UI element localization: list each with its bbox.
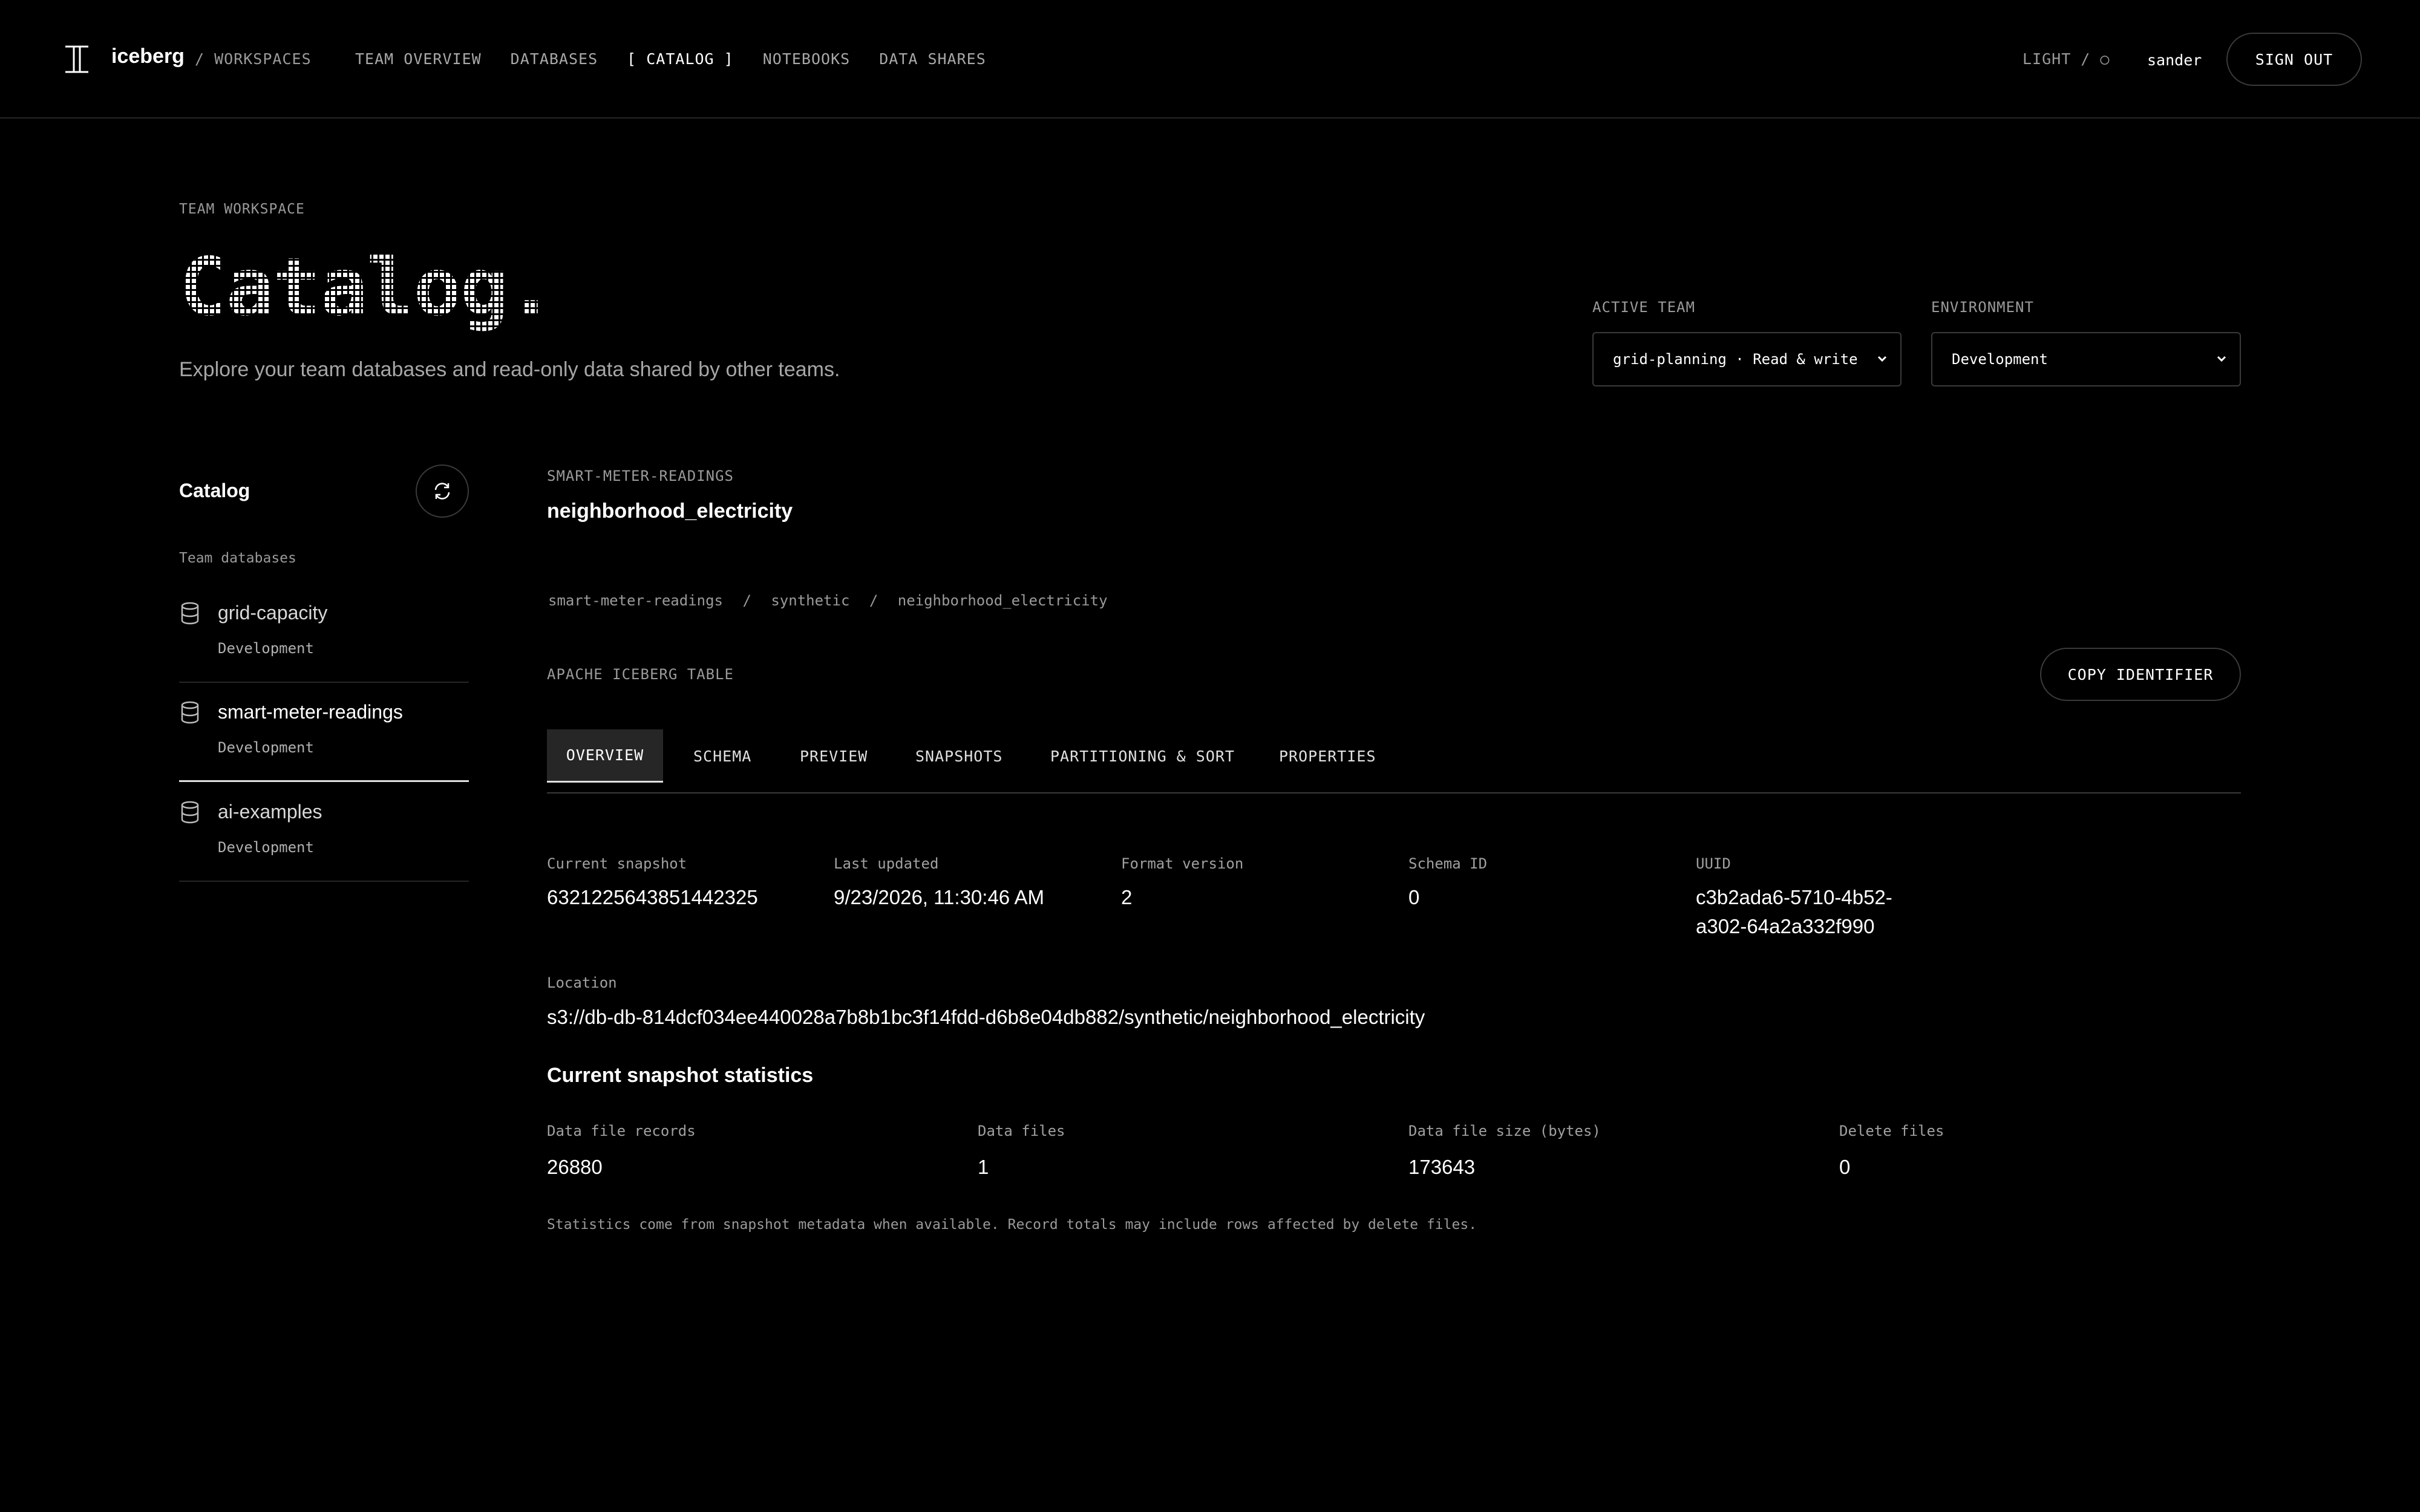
statistics-note: Statistics come from snapshot metadata w…	[547, 1217, 1477, 1233]
tab-overview[interactable]: OVERVIEW	[547, 729, 663, 783]
tab-partitioning-sort[interactable]: PARTITIONING & SORT	[1050, 729, 1235, 783]
data-file-size-value: 173643	[1408, 1156, 1476, 1178]
snapshot-stats-heading: Current snapshot statistics	[547, 1064, 814, 1087]
active-team-value: grid-planning · Read & write	[1613, 351, 1858, 368]
environment-select[interactable]: Development	[1931, 332, 2241, 386]
data-file-size-label: Data file size (bytes)	[1408, 1123, 1601, 1139]
sidebar-item-label: smart-meter-readings	[218, 701, 403, 723]
format-version-label: Format version	[1121, 855, 1244, 872]
sidebar-item-label: grid-capacity	[218, 602, 328, 624]
active-team-select[interactable]: grid-planning · Read & write	[1592, 332, 1902, 386]
current-snapshot-label: Current snapshot	[547, 855, 687, 872]
location-value: s3://db-db-814dcf034ee440028a7b8b1bc3f14…	[547, 1006, 1425, 1028]
breadcrumb-table: neighborhood_electricity	[897, 592, 1108, 609]
sign-out-button[interactable]: SIGN OUT	[2226, 33, 2362, 86]
breadcrumb-separator: /	[742, 592, 751, 609]
tab-properties[interactable]: PROPERTIES	[1279, 729, 1376, 783]
refresh-icon	[434, 483, 450, 500]
database-icon	[181, 602, 199, 625]
sidebar-item-env: Development	[218, 640, 314, 657]
sidebar-title: Catalog	[179, 480, 250, 501]
sidebar-section-label: Team databases	[179, 550, 296, 566]
data-file-records-value: 26880	[547, 1156, 603, 1178]
breadcrumb-database[interactable]: smart-meter-readings	[548, 592, 723, 609]
environment-value: Development	[1952, 351, 2048, 368]
uuid-label: UUID	[1696, 855, 1731, 872]
last-updated-label: Last updated	[834, 855, 939, 872]
sidebar-item-grid-capacity[interactable]: grid-capacity Development	[179, 584, 469, 683]
environment-label: ENVIRONMENT	[1931, 299, 2034, 316]
sidebar-item-env: Development	[218, 839, 314, 856]
table-database-eyebrow: SMART-METER-READINGS	[547, 468, 734, 484]
user-name: sander	[2147, 51, 2202, 69]
table-title: neighborhood_electricity	[547, 500, 793, 523]
nav-catalog[interactable]: [ CATALOG ]	[627, 50, 734, 68]
top-navigation-bar: iceberg / WORKSPACES TEAM OVERVIEW DATAB…	[0, 0, 2420, 119]
tab-preview[interactable]: PREVIEW	[800, 729, 868, 783]
table-kind-label: APACHE ICEBERG TABLE	[547, 666, 734, 683]
last-updated-value: 9/23/2026, 11:30:46 AM	[834, 886, 1044, 908]
uuid-value-line1: c3b2ada6-5710-4b52-	[1696, 886, 1892, 908]
database-icon	[181, 801, 199, 824]
workspaces-link[interactable]: / WORKSPACES	[195, 50, 312, 68]
sidebar-item-smart-meter-readings[interactable]: smart-meter-readings Development	[179, 683, 469, 782]
copy-identifier-button[interactable]: COPY IDENTIFIER	[2040, 648, 2241, 701]
chevron-down-icon	[2217, 356, 2226, 362]
iceberg-logo-icon[interactable]	[63, 45, 91, 74]
page-eyebrow: TEAM WORKSPACE	[179, 201, 305, 217]
page-title: Catalog.	[179, 254, 555, 334]
current-snapshot-value: 6321225643851442325	[547, 886, 758, 908]
delete-files-value: 0	[1839, 1156, 1851, 1178]
page-title-text: Catalog.	[179, 254, 554, 334]
schema-id-value: 0	[1408, 886, 1420, 908]
tab-schema[interactable]: SCHEMA	[693, 729, 751, 783]
page-subtitle: Explore your team databases and read-onl…	[179, 358, 840, 381]
schema-id-label: Schema ID	[1408, 855, 1488, 872]
breadcrumb: smart-meter-readings / synthetic / neigh…	[548, 592, 1119, 609]
brand-name[interactable]: iceberg	[111, 45, 185, 68]
delete-files-label: Delete files	[1839, 1123, 1944, 1139]
sidebar-item-ai-examples[interactable]: ai-examples Development	[179, 783, 469, 882]
table-tabs: OVERVIEW SCHEMA PREVIEW SNAPSHOTS PARTIT…	[547, 729, 2241, 793]
theme-toggle[interactable]: LIGHT / ○	[2023, 50, 2110, 68]
chevron-down-icon	[1877, 356, 1887, 362]
format-version-value: 2	[1121, 886, 1133, 908]
nav-data-shares[interactable]: DATA SHARES	[879, 50, 986, 68]
tab-snapshots[interactable]: SNAPSHOTS	[915, 729, 1002, 783]
sidebar-item-env: Development	[218, 739, 314, 756]
data-files-value: 1	[978, 1156, 989, 1178]
database-icon	[181, 701, 199, 724]
nav-databases[interactable]: DATABASES	[511, 50, 598, 68]
sidebar-item-label: ai-examples	[218, 801, 322, 823]
data-files-label: Data files	[978, 1123, 1065, 1139]
breadcrumb-separator: /	[869, 592, 878, 609]
active-team-label: ACTIVE TEAM	[1592, 299, 1695, 316]
nav-notebooks[interactable]: NOTEBOOKS	[763, 50, 850, 68]
main-nav: TEAM OVERVIEW DATABASES [ CATALOG ] NOTE…	[355, 50, 1015, 68]
refresh-button[interactable]	[416, 464, 469, 518]
nav-team-overview[interactable]: TEAM OVERVIEW	[355, 50, 482, 68]
data-file-records-label: Data file records	[547, 1123, 696, 1139]
uuid-value-line2: a302-64a2a332f990	[1696, 915, 1875, 937]
breadcrumb-namespace[interactable]: synthetic	[771, 592, 849, 609]
location-label: Location	[547, 974, 617, 991]
